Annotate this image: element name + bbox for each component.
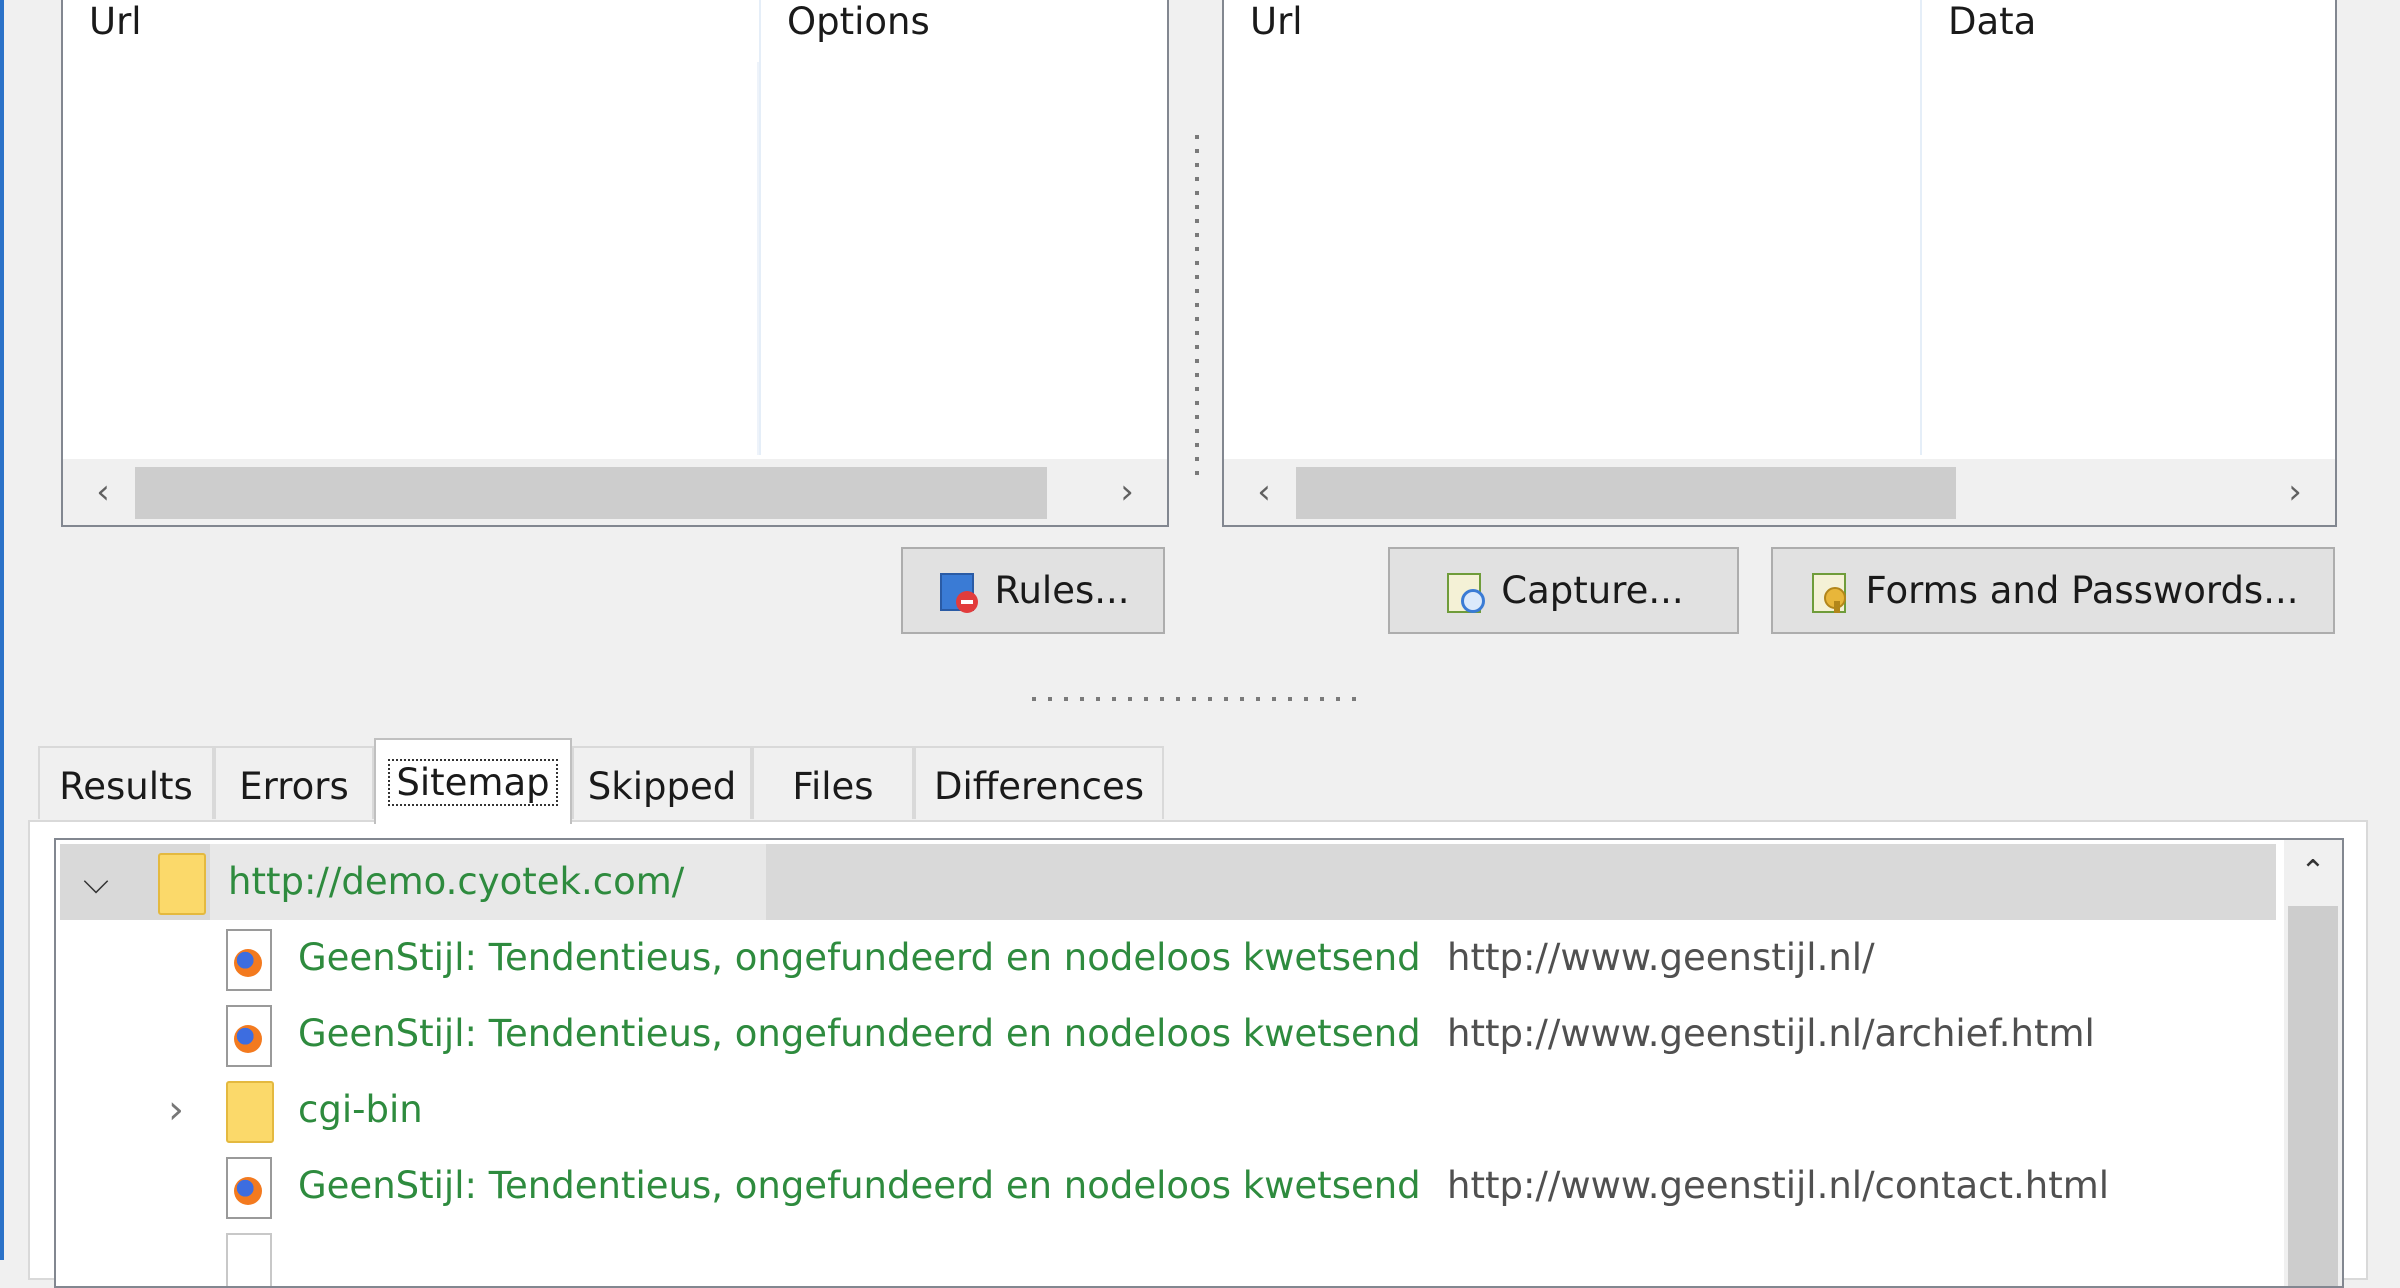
firefox-page-icon [226,1005,272,1067]
scroll-up-icon[interactable]: ⌃ [2284,840,2342,900]
key-icon [1808,569,1852,613]
firefox-page-icon [226,1157,272,1219]
rules-list[interactable]: Url Options ‹ › [61,0,1169,527]
scroll-left-icon[interactable]: ‹ [73,459,133,525]
forms-and-passwords-button[interactable]: Forms and Passwords... [1771,547,2335,634]
vertical-splitter[interactable] [1195,135,1199,475]
folder-icon [158,853,206,915]
tree-root-label: http://demo.cyotek.com/ [228,860,685,903]
scroll-left-icon[interactable]: ‹ [1234,459,1294,525]
firefox-page-icon [226,929,272,991]
folder-icon [226,1081,274,1143]
tree-row-partial[interactable] [56,1224,2272,1286]
page-title: GeenStijl: Tendentieus, ongefundeerd en … [298,936,1421,979]
column-header-data[interactable]: Data [1922,0,2335,62]
page-url: http://www.geenstijl.nl/ [1447,936,1875,979]
page-url: http://www.geenstijl.nl/archief.html [1447,1012,2095,1055]
tab-label: Sitemap [388,759,558,806]
forms-button-label: Forms and Passwords... [1865,569,2299,612]
page-title: GeenStijl: Tendentieus, ongefundeerd en … [298,1164,1421,1207]
column-header-label: Url [89,0,142,43]
column-header-label: Options [787,0,930,43]
capture-list[interactable]: Url Data ‹ › [1222,0,2337,527]
tab-skipped[interactable]: Skipped [572,746,752,819]
tab-results[interactable]: Results [38,746,214,819]
tab-label: Differences [933,765,1145,808]
scroll-right-icon[interactable]: › [1097,459,1157,525]
page-title: GeenStijl: Tendentieus, ongefundeerd en … [298,1012,1421,1055]
rules-icon [936,569,980,613]
scrollbar-thumb[interactable] [2288,906,2338,1286]
tab-label: Errors [239,765,349,808]
capture-icon [1443,569,1487,613]
tab-errors[interactable]: Errors [214,746,374,819]
horizontal-scrollbar[interactable]: ‹ › [1224,459,2335,525]
tab-files[interactable]: Files [752,746,914,819]
folder-label: cgi-bin [298,1088,423,1131]
tab-label: Files [792,765,874,808]
capture-button[interactable]: Capture... [1388,547,1739,634]
window-border [0,0,4,1260]
column-divider [757,62,759,455]
horizontal-splitter[interactable] [1032,697,1367,701]
column-divider [759,0,761,455]
tab-differences[interactable]: Differences [914,746,1164,819]
rules-button[interactable]: Rules... [901,547,1165,634]
tab-label: Skipped [587,765,737,808]
tree-row[interactable]: › cgi-bin [56,1072,2272,1148]
chevron-right-icon[interactable]: › [156,1072,196,1148]
column-header-label: Data [1948,0,2037,43]
rules-button-label: Rules... [994,569,1130,612]
column-header-url[interactable]: Url [1224,0,1946,62]
scrollbar-thumb[interactable] [135,467,1047,519]
scroll-right-icon[interactable]: › [2265,459,2325,525]
chevron-down-icon[interactable]: ⌵ [76,844,116,920]
column-header-label: Url [1250,0,1303,43]
horizontal-scrollbar[interactable]: ‹ › [63,459,1167,525]
tab-label: Results [59,765,193,808]
column-header-url[interactable]: Url [63,0,785,62]
tree-root-row[interactable]: ⌵ http://demo.cyotek.com/ [60,844,2276,920]
column-header-options[interactable]: Options [761,0,1167,62]
page-icon [226,1233,272,1286]
tree-row[interactable]: GeenStijl: Tendentieus, ongefundeerd en … [56,996,2272,1072]
vertical-scrollbar[interactable]: ⌃ [2284,840,2342,1286]
tree-row[interactable]: GeenStijl: Tendentieus, ongefundeerd en … [56,920,2272,996]
column-divider [1920,0,1922,455]
capture-button-label: Capture... [1501,569,1684,612]
scrollbar-thumb[interactable] [1296,467,1956,519]
tab-sitemap[interactable]: Sitemap [374,738,572,824]
tree-row[interactable]: GeenStijl: Tendentieus, ongefundeerd en … [56,1148,2272,1224]
sitemap-tree[interactable]: ⌵ http://demo.cyotek.com/ GeenStijl: Ten… [54,838,2344,1288]
page-url: http://www.geenstijl.nl/contact.html [1447,1164,2110,1207]
